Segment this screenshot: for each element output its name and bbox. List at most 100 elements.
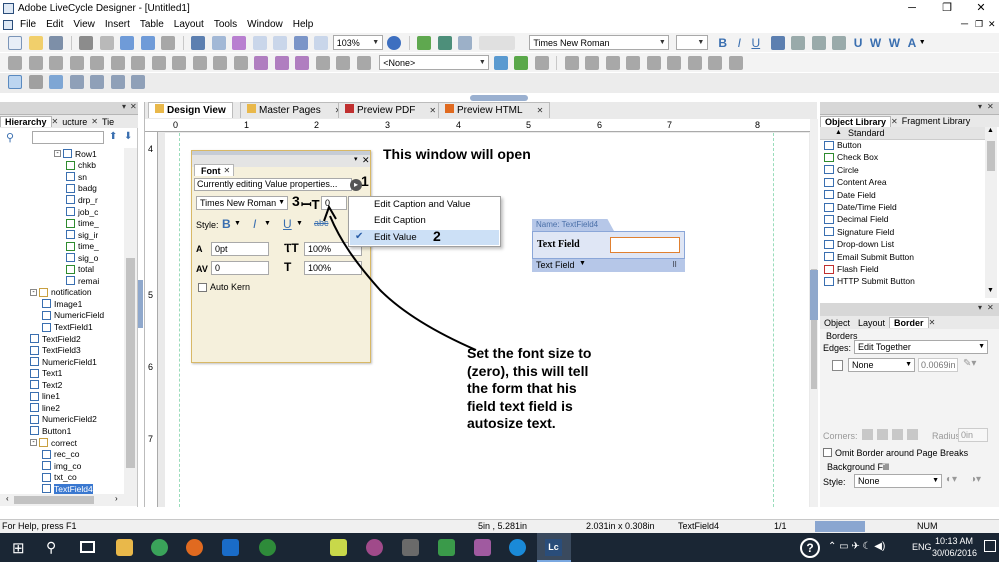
tray-icons[interactable]: ⌃ ▭ ✈ ☾ ◀) xyxy=(828,541,885,552)
fill-pattern-icon[interactable]: ◑▾ xyxy=(970,474,981,485)
object-size: 2.031in x 0.308in xyxy=(586,521,655,531)
properties-tabs: Object Layout Border ✕ xyxy=(820,316,999,329)
status-bar: For Help, press F1 5in , 5.281in 2.031in… xyxy=(0,519,999,533)
windows-start-icon[interactable]: ⊞ xyxy=(12,539,25,557)
livecycle-taskbar-button[interactable]: Lc xyxy=(537,533,571,562)
help-icon[interactable]: ? xyxy=(800,538,820,558)
omit-border-label: Omit Border around Page Breaks xyxy=(835,448,969,458)
page-count: 1/1 xyxy=(774,521,787,531)
object-item-icon xyxy=(824,214,834,224)
firefox-icon[interactable] xyxy=(186,539,203,556)
language-indicator[interactable]: ENG xyxy=(912,542,932,552)
livecycle-icon: Lc xyxy=(545,539,562,556)
search-icon[interactable]: ⚲ xyxy=(46,539,56,556)
object-item-icon xyxy=(824,276,834,286)
object-item-label: Date/Time Field xyxy=(837,202,897,212)
panel-pin-icon[interactable]: ▾ xyxy=(978,303,982,312)
object-item-icon xyxy=(824,202,834,212)
outlook-icon[interactable] xyxy=(222,539,239,556)
omit-border-checkbox[interactable] xyxy=(823,448,832,457)
object-list: Button Check Box Circle Content Area Date Fi… xyxy=(820,140,985,296)
selected-object: TextField4 xyxy=(678,521,720,531)
panel-close-icon[interactable]: ✕ xyxy=(987,303,994,312)
object-item-icon xyxy=(824,190,834,200)
object-library-item[interactable]: HTTP Submit Button xyxy=(824,276,915,286)
standard-group-header[interactable]: ▲ Standard xyxy=(820,127,985,140)
border-preview-swatch[interactable] xyxy=(832,360,843,371)
right-splitter-handle[interactable] xyxy=(810,270,818,320)
skype-icon[interactable] xyxy=(509,539,526,556)
properties-header: ▾ ✕ xyxy=(820,303,999,316)
fill-color-icon[interactable]: ◐▾ xyxy=(946,474,957,485)
scroll-up-icon[interactable]: ▲ xyxy=(987,127,994,134)
object-item-icon xyxy=(824,227,834,237)
object-library-panel: ▾ ✕ Object Library ✕ Fragment Library ▲ … xyxy=(820,102,999,302)
object-library-item[interactable]: Signature Field xyxy=(824,227,894,237)
tab-fragment-library[interactable]: Fragment Library xyxy=(898,116,975,126)
scroll-down-icon[interactable]: ▼ xyxy=(987,287,994,294)
object-library-header: ▾ ✕ xyxy=(820,102,999,115)
collapse-icon[interactable]: ▲ xyxy=(835,129,842,136)
panel-pin-icon[interactable]: ▾ xyxy=(978,102,982,111)
object-library-item[interactable]: Decimal Field xyxy=(824,214,889,224)
object-scroll-thumb[interactable] xyxy=(987,141,995,171)
object-item-icon xyxy=(824,239,834,249)
border-color-icon[interactable]: ✎▾ xyxy=(963,358,976,369)
object-list-scrollbar[interactable]: ▲ ▼ xyxy=(985,127,997,298)
task-view-icon[interactable] xyxy=(80,541,95,553)
fill-style-label: Style: xyxy=(823,477,846,487)
object-library-item[interactable]: Date/Time Field xyxy=(824,202,897,212)
line-style-select[interactable]: None ▼ xyxy=(848,358,915,372)
object-library-item[interactable]: Flash Field xyxy=(824,264,879,274)
chrome-icon[interactable] xyxy=(151,539,168,556)
edges-label: Edges: xyxy=(823,343,852,353)
standard-group-label: Standard xyxy=(848,128,885,138)
object-item-label: Email Submit Button xyxy=(837,251,915,262)
panel-close-icon[interactable]: ✕ xyxy=(987,102,994,111)
object-item-icon xyxy=(824,140,834,150)
object-library-item[interactable]: Email Submit Button xyxy=(824,252,914,262)
app-icon-yellow[interactable] xyxy=(330,539,347,556)
object-library-item[interactable]: Drop-down List xyxy=(824,239,894,249)
help-text: For Help, press F1 xyxy=(2,521,77,531)
border-thickness-field[interactable]: 0.0069in xyxy=(918,358,958,372)
radius-field[interactable]: 0in xyxy=(958,428,988,442)
tab-object[interactable]: Object xyxy=(820,318,854,328)
object-item-label: Content Area xyxy=(837,177,887,188)
tab-layout[interactable]: Layout xyxy=(854,318,889,328)
calculator-icon[interactable] xyxy=(402,539,419,556)
tab-object-library-close-icon[interactable]: ✕ xyxy=(891,117,898,126)
tab-object-library[interactable]: Object Library xyxy=(820,115,892,127)
app-icon-green-2[interactable] xyxy=(438,539,455,556)
border-properties-panel: Object Layout Border ✕ Borders Edges: Ed… xyxy=(820,316,999,507)
object-item-icon xyxy=(824,177,834,187)
corner-style-1-icon xyxy=(862,429,873,440)
object-item-icon xyxy=(824,264,834,274)
file-explorer-icon[interactable] xyxy=(116,539,133,556)
object-item-icon xyxy=(824,165,834,175)
app-icon-green[interactable] xyxy=(259,539,276,556)
edges-select[interactable]: Edit Together ▼ xyxy=(854,340,988,354)
object-library-item[interactable]: Circle xyxy=(824,165,859,175)
clock-date[interactable]: 30/06/2016 xyxy=(932,548,977,558)
object-library-item[interactable]: Date Field xyxy=(824,190,876,200)
clock-time[interactable]: 10:13 AM xyxy=(935,536,973,546)
object-library-item[interactable]: Check Box xyxy=(824,152,878,162)
app-icon-pink[interactable] xyxy=(474,539,491,556)
object-item-label: Circle xyxy=(837,164,859,175)
tab-border-close-icon[interactable]: ✕ xyxy=(929,318,936,327)
tab-border[interactable]: Border xyxy=(889,317,929,328)
object-item-icon xyxy=(824,152,834,162)
object-library-item[interactable]: Button xyxy=(824,140,862,150)
object-item-label: Decimal Field xyxy=(837,214,889,225)
borders-section-label: Borders xyxy=(826,331,858,341)
notifications-icon[interactable] xyxy=(984,540,996,552)
fill-style-select[interactable]: None ▼ xyxy=(854,474,942,488)
object-library-tabs: Object Library ✕ Fragment Library xyxy=(820,115,999,127)
cursor-position: 5in , 5.281in xyxy=(478,521,528,531)
app-icon-purple[interactable] xyxy=(366,539,383,556)
background-fill-label: Background Fill xyxy=(827,462,890,472)
object-library-item[interactable]: Content Area xyxy=(824,177,887,187)
object-item-label: HTTP Submit Button xyxy=(837,276,915,287)
corner-style-2-icon xyxy=(877,429,888,440)
